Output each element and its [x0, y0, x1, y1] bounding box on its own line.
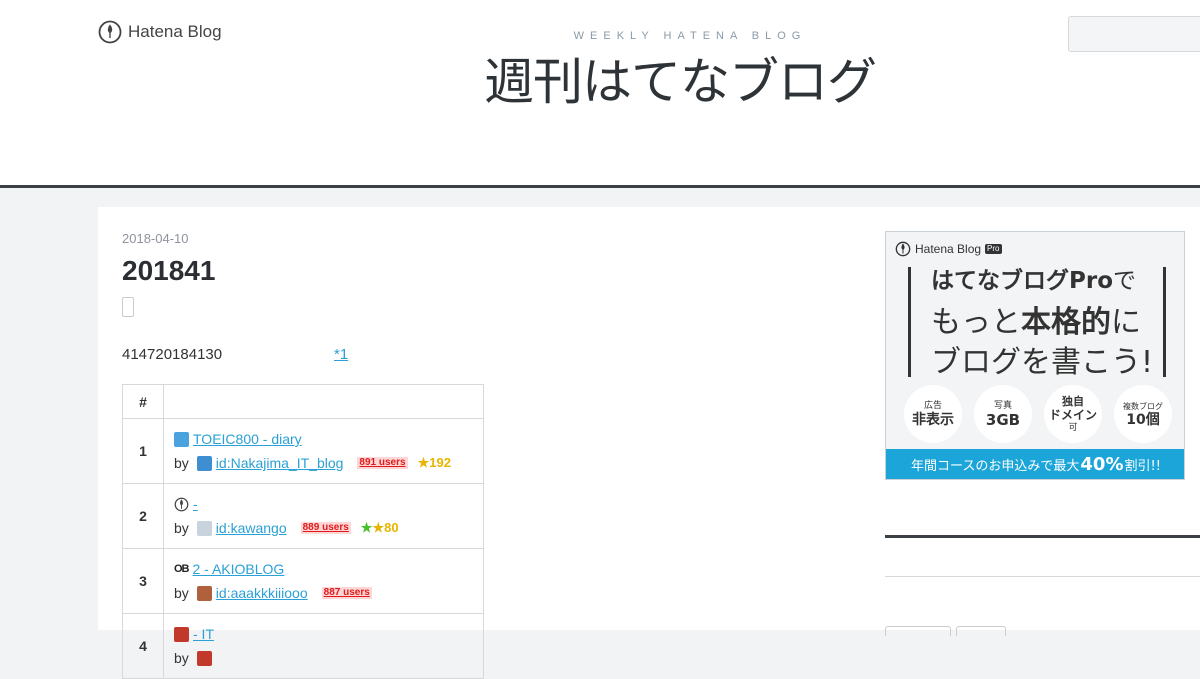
user-avatar-icon	[196, 455, 212, 471]
rank-number: 2	[122, 483, 164, 549]
logo-text: Hatena Blog	[128, 22, 222, 41]
pro-headline-post: に	[1111, 305, 1141, 340]
user-avatar-icon	[196, 650, 212, 666]
feature-top: 独自	[1062, 394, 1084, 408]
by-label: by	[174, 585, 189, 601]
sidebar-button[interactable]	[885, 626, 951, 636]
ranking-table: # 1 TOEIC800 - diary by id:Nakajima_IT_b…	[122, 384, 484, 679]
pro-logo: Hatena Blog Pro	[895, 241, 1002, 257]
entry-title[interactable]: 201841	[122, 255, 215, 287]
pro-badge: Pro	[985, 244, 1002, 254]
share-button[interactable]	[122, 297, 134, 317]
pro-headline-pre: もっと	[931, 305, 1021, 340]
table-row: 3 OB 2 - AKIOBLOG by id:aaakkkiiiooo 887…	[122, 548, 484, 614]
pro-headline-1: はてなブログProで	[931, 261, 1136, 295]
feature-main: 10個	[1126, 411, 1160, 428]
bookmark-users-badge[interactable]: 889 users	[300, 522, 351, 534]
pro-logo-text: Hatena Blog	[915, 242, 982, 256]
user-avatar-icon	[196, 585, 212, 601]
search-input[interactable]	[1068, 16, 1200, 52]
discount-percent: 40%	[1080, 453, 1124, 475]
blog-title[interactable]: 週刊はてなブログ	[440, 42, 920, 114]
entry-date[interactable]: 2018-04-10	[122, 231, 189, 246]
rank-number: 4	[122, 613, 164, 679]
entry-link[interactable]: -	[193, 492, 198, 516]
pro-headline-2: もっと本格的に	[931, 297, 1141, 341]
rank-number: 3	[122, 548, 164, 614]
entry-link[interactable]: TOEIC800 - diary	[193, 427, 302, 451]
hatena-logo-icon	[895, 241, 911, 257]
hatena-blog-logo[interactable]: Hatena Blog	[98, 20, 222, 44]
feature-no-ads: 広告 非表示	[904, 385, 962, 443]
entry-body-text: 414720184130	[122, 346, 223, 363]
pro-headline-3: ブログを書こう!	[931, 345, 1154, 380]
hatena-logo-icon	[98, 20, 122, 44]
default-avatar-icon	[196, 520, 212, 536]
pro-headline-frame: はてなブログProで もっと本格的に ブログを書こう!	[908, 267, 1166, 380]
user-link[interactable]: id:Nakajima_IT_blog	[216, 451, 344, 475]
feature-top: 写真	[993, 400, 1012, 411]
entry-link[interactable]: - IT	[193, 622, 214, 646]
table-row: 4 - IT by	[122, 613, 484, 679]
feature-custom-domain: 独自 ドメイン可	[1044, 385, 1102, 443]
user-link[interactable]: id:kawango	[216, 516, 287, 540]
table-row: 2 - by id:kawango 889 users ★★80	[122, 483, 484, 549]
table-header-row: #	[122, 384, 484, 419]
sidebar-thin-divider	[885, 576, 1200, 577]
green-star-icon: ★	[360, 520, 373, 535]
feature-main: 非表示	[912, 411, 954, 428]
by-label: by	[174, 455, 189, 471]
feature-main: 3GB	[985, 410, 1021, 429]
footnote-link[interactable]: *1	[334, 346, 348, 363]
pro-feature-list: 広告 非表示 写真 3GB 独自 ドメイン可 複数ブログ 10個	[904, 385, 1172, 443]
feature-sub: 可	[1068, 422, 1078, 433]
star-count[interactable]: ★★80	[361, 516, 399, 540]
feature-top: 複数ブログ	[1123, 401, 1163, 411]
header-entry	[163, 384, 484, 419]
discount-suffix: 割引!!	[1124, 458, 1161, 474]
feature-top: 広告	[923, 400, 942, 411]
blog-favicon-icon	[174, 431, 189, 447]
bookmark-users-badge[interactable]: 891 users	[357, 457, 408, 469]
feature-main: ドメイン	[1048, 407, 1097, 422]
pro-headline-highlight: 本格的	[1021, 305, 1111, 340]
blog-favicon-icon	[174, 626, 189, 642]
pro-headline-strong: はてなブログPro	[931, 268, 1114, 294]
hatena-blog-pro-banner[interactable]: Hatena Blog Pro はてなブログProで もっと本格的に ブログを書…	[885, 231, 1185, 480]
star-count-text: ★80	[372, 520, 399, 535]
by-label: by	[174, 650, 189, 666]
table-row: 1 TOEIC800 - diary by id:Nakajima_IT_blo…	[122, 418, 484, 484]
user-link[interactable]: id:aaakkkiiiooo	[216, 581, 308, 605]
star-count[interactable]: ★192	[418, 451, 451, 475]
discount-text: 年間コースのお申込みで最大	[911, 458, 1080, 474]
feature-multi-blog: 複数ブログ 10個	[1114, 385, 1172, 443]
pro-discount-bar: 年間コースのお申込みで最大 40% 割引!!	[886, 449, 1184, 479]
entry-link[interactable]: 2 - AKIOBLOG	[193, 557, 285, 581]
site-header: Hatena Blog WEEKLY HATENA BLOG 週刊はてなブログ	[0, 0, 1200, 188]
akioblog-favicon-icon: OB	[174, 563, 189, 575]
sidebar-divider	[885, 535, 1200, 538]
rank-number: 1	[122, 418, 164, 484]
feature-photo-storage: 写真 3GB	[974, 385, 1032, 443]
blog-tagline: WEEKLY HATENA BLOG	[573, 30, 807, 42]
bookmark-users-badge[interactable]: 887 users	[321, 587, 372, 599]
by-label: by	[174, 520, 189, 536]
hatena-favicon-icon	[174, 497, 189, 511]
header-rank: #	[122, 384, 164, 419]
sidebar-button[interactable]	[956, 626, 1006, 636]
pro-headline-rest: で	[1113, 268, 1137, 294]
